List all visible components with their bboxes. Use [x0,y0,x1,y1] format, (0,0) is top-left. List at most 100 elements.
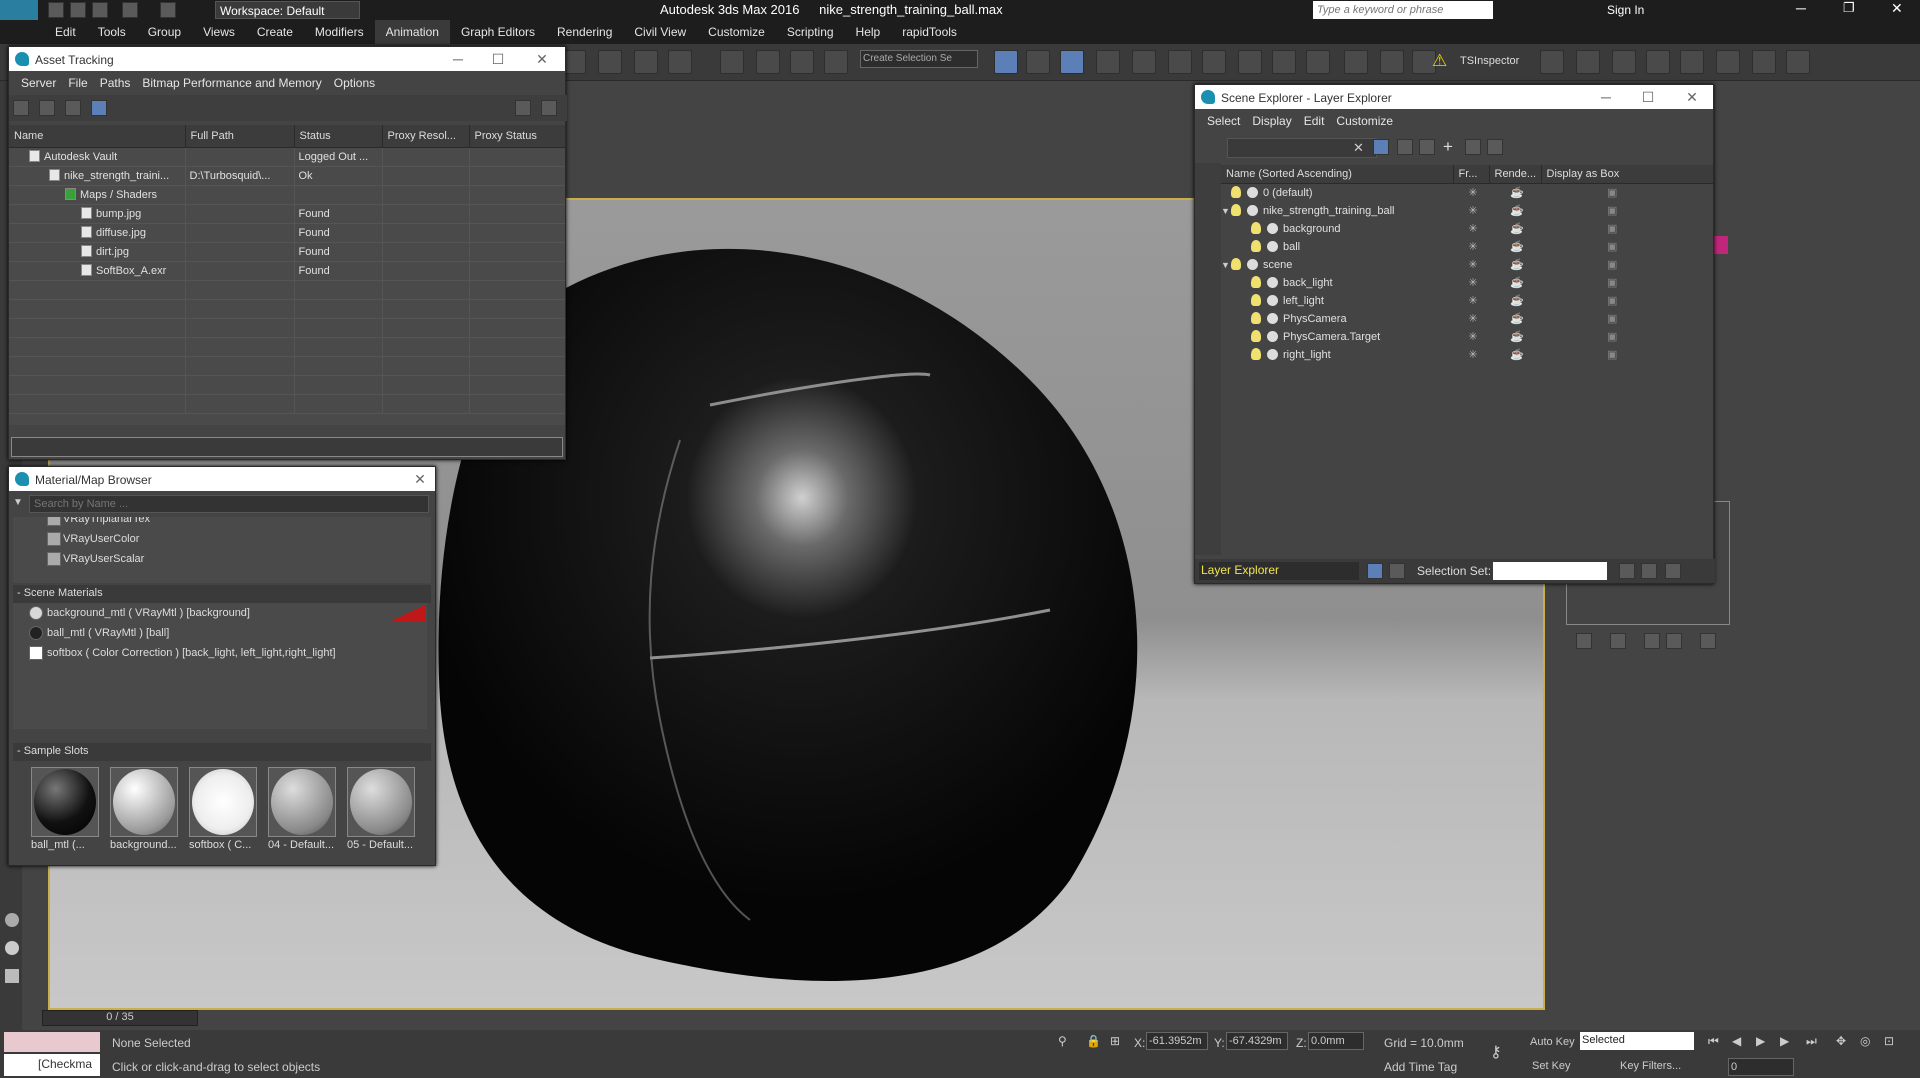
sample-slot[interactable]: background... [108,767,180,857]
menu-customize[interactable]: Customize [697,20,776,44]
x-coordinate-field[interactable]: -61.3952m [1146,1032,1208,1050]
renderable-toggle-icon[interactable]: ☕ [1489,183,1541,201]
minimize-icon[interactable]: ─ [445,49,471,69]
visibility-bulb-icon[interactable] [1251,275,1261,288]
prev-frame-icon[interactable]: ◀ [1732,1034,1741,1048]
menu-graph-editors[interactable]: Graph Editors [450,20,546,44]
display-as-box-icon[interactable]: ▣ [1541,255,1713,273]
search-input[interactable] [1313,1,1493,19]
renderable-toggle-icon[interactable]: ☕ [1489,291,1541,309]
visibility-bulb-icon[interactable] [1231,185,1241,198]
toolbar-tool-icon[interactable] [1168,50,1192,74]
tree-row[interactable]: ball ✳ ☕ ▣ [1221,237,1713,255]
asset-menu-bitmap[interactable]: Bitmap Performance and Memory [142,71,321,95]
column-header[interactable]: Fr... [1453,165,1490,184]
renderable-toggle-icon[interactable]: ☕ [1489,201,1541,219]
explorer-menu-customize[interactable]: Customize [1336,109,1393,133]
y-coordinate-field[interactable]: -67.4329m [1226,1032,1288,1050]
column-header[interactable]: Name [9,125,186,148]
toolbar-tool-icon[interactable] [756,50,780,74]
menu-tools[interactable]: Tools [87,20,137,44]
toolbar-tool-icon[interactable] [720,50,744,74]
freeze-toggle-icon[interactable]: ✳ [1453,291,1489,309]
key-mode-dropdown[interactable]: Selected [1580,1032,1694,1050]
hierarchy-mode-icon[interactable] [1389,563,1405,579]
freeze-toggle-icon[interactable]: ✳ [1453,201,1489,219]
scene-material-item[interactable]: ball_mtl ( VRayMtl ) [ball] [13,623,427,643]
column-header[interactable]: Status [294,125,383,148]
scene-explorer-titlebar[interactable]: Scene Explorer - Layer Explorer ─ ☐ ✕ [1195,85,1713,109]
save-file-icon[interactable] [92,2,108,18]
expand-arrow-icon[interactable]: ▼ [1221,206,1231,216]
display-as-box-icon[interactable]: ▣ [1541,291,1713,309]
workspace-dropdown[interactable]: Workspace: Default [215,1,360,19]
asset-tracking-titlebar[interactable]: Asset Tracking ─ ☐ ✕ [9,47,565,71]
freeze-toggle-icon[interactable]: ✳ [1453,345,1489,363]
teapot-icon[interactable] [5,913,19,927]
pin-stack-icon[interactable] [1576,633,1592,649]
toolbar-tool-icon[interactable] [1306,50,1330,74]
display-as-box-icon[interactable]: ▣ [1541,345,1713,363]
sample-slot[interactable]: ball_mtl (... [29,767,101,857]
isolate-icon[interactable]: ⚲ [1058,1034,1067,1048]
toolbar-tool-icon[interactable] [824,50,848,74]
menu-views[interactable]: Views [192,20,246,44]
menu-scripting[interactable]: Scripting [776,20,845,44]
renderable-toggle-icon[interactable]: ☕ [1489,273,1541,291]
refresh-icon[interactable] [541,100,557,116]
column-header[interactable]: Name (Sorted Ascending) [1221,165,1454,184]
table-row[interactable]: Autodesk Vault Logged Out ... [9,147,565,167]
display-as-box-icon[interactable]: ▣ [1541,201,1713,219]
toolbar-tool-icon[interactable] [790,50,814,74]
list-item[interactable]: VRayUserColor [13,529,431,549]
table-row[interactable]: bump.jpg Found [9,204,565,224]
toolbar-tool-icon[interactable] [1716,50,1740,74]
renderable-toggle-icon[interactable]: ☕ [1489,255,1541,273]
orbit-icon[interactable]: ◎ [1860,1034,1870,1048]
freeze-toggle-icon[interactable]: ✳ [1453,309,1489,327]
toolbar-tool-icon[interactable] [1540,50,1564,74]
z-coordinate-field[interactable]: 0.0mm [1308,1032,1364,1050]
toolbar-tool-icon[interactable] [1576,50,1600,74]
renderable-toggle-icon[interactable]: ☕ [1489,345,1541,363]
expand-arrow-icon[interactable]: ▼ [1221,260,1231,270]
material-browser-titlebar[interactable]: Material/Map Browser ✕ [9,467,435,491]
table-row[interactable]: diffuse.jpg Found [9,223,565,243]
freeze-toggle-icon[interactable]: ✳ [1453,219,1489,237]
toolbar-tool-icon[interactable] [1380,50,1404,74]
asset-path-field[interactable] [11,437,563,457]
toolbar-tool-icon[interactable] [1272,50,1296,74]
toolbar-tool-icon[interactable] [1646,50,1670,74]
freeze-toggle-icon[interactable]: ✳ [1453,237,1489,255]
minimize-app-icon[interactable]: ─ [1796,0,1806,16]
display-as-box-icon[interactable]: ▣ [1541,309,1713,327]
column-header[interactable]: Rende... [1489,165,1542,184]
display-as-box-icon[interactable]: ▣ [1541,237,1713,255]
play-icon[interactable]: ▶ [1756,1034,1765,1048]
toolbar-tool-icon[interactable] [1202,50,1226,74]
ts-inspector-label[interactable]: TSInspector [1460,55,1519,67]
tree-row[interactable]: PhysCamera.Target ✳ ☕ ▣ [1221,327,1713,345]
go-to-end-icon[interactable]: ⏭ [1806,1034,1817,1049]
table-row[interactable]: dirt.jpg Found [9,242,565,262]
key-filters-button[interactable]: Key Filters... [1620,1060,1681,1072]
tree-row[interactable]: PhysCamera ✳ ☕ ▣ [1221,309,1713,327]
tree-row[interactable]: back_light ✳ ☕ ▣ [1221,273,1713,291]
menu-civil-view[interactable]: Civil View [623,20,697,44]
tree-row[interactable]: left_light ✳ ☕ ▣ [1221,291,1713,309]
visibility-bulb-icon[interactable] [1231,257,1241,270]
time-slider[interactable]: 0 / 35 [42,1010,198,1026]
display-as-box-icon[interactable]: ▣ [1541,219,1713,237]
asset-menu-file[interactable]: File [68,71,87,95]
move-to-layer-icon[interactable] [1465,139,1481,155]
sample-slot[interactable]: 04 - Default... [266,767,338,857]
table-row[interactable]: SoftBox_A.exr Found [9,261,565,281]
maxscript-listener[interactable] [4,1032,100,1052]
renderable-toggle-icon[interactable]: ☕ [1489,219,1541,237]
visibility-bulb-icon[interactable] [1251,293,1261,306]
explorer-menu-select[interactable]: Select [1207,109,1240,133]
scene-material-item[interactable]: background_mtl ( VRayMtl ) [background] [13,603,427,623]
column-header[interactable]: Proxy Status [469,125,565,148]
find-case-icon[interactable] [1373,139,1389,155]
sphere-icon[interactable] [5,941,19,955]
